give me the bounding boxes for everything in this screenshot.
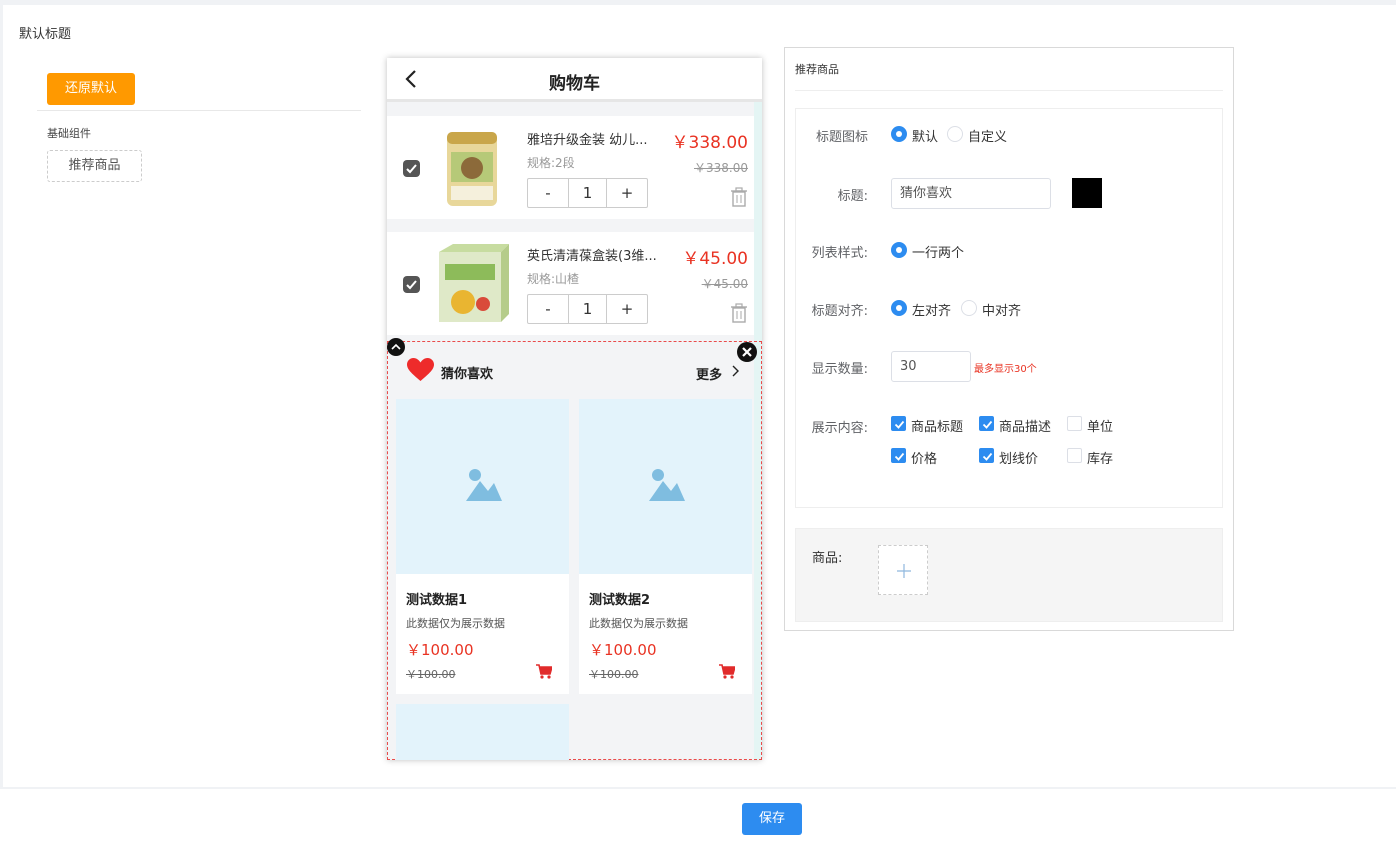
card-desc: 此数据仅为展示数据	[589, 617, 688, 630]
list-style-label: 列表样式:	[811, 246, 868, 261]
phone-preview: 购物车 雅培升级金装 幼儿... 规格:2段 - 1 + ￥338.00 ￥33…	[387, 58, 762, 760]
radio-title-icon-default[interactable]	[891, 126, 907, 142]
chevron-up-icon[interactable]	[387, 338, 405, 356]
title-color-picker[interactable]	[1072, 178, 1102, 208]
product-card[interactable]: 测试数据2 此数据仅为展示数据 ￥100.00 ￥100.00	[579, 399, 752, 694]
checkbox-unit[interactable]	[1067, 416, 1082, 431]
product-spec: 规格:山楂	[527, 272, 580, 286]
settings-form: 标题图标 默认 自定义 标题: 猜你喜欢 列表样式: 一行两个 标题对齐: 左对…	[795, 108, 1223, 508]
radio-label[interactable]: 自定义	[968, 126, 1007, 145]
quantity-value[interactable]: 1	[569, 179, 607, 207]
product-card[interactable]: 测试数据1 此数据仅为展示数据 ￥100.00 ￥100.00	[396, 399, 569, 694]
close-icon[interactable]	[737, 342, 757, 362]
product-image	[447, 132, 497, 206]
quantity-stepper: - 1 +	[527, 294, 648, 324]
checkbox-product-title[interactable]	[891, 416, 906, 431]
page-title: 默认标题	[19, 27, 72, 42]
heart-icon	[407, 358, 434, 381]
trash-icon[interactable]	[730, 303, 748, 323]
phone-header: 购物车	[387, 58, 762, 102]
cart-item: 雅培升级金装 幼儿... 规格:2段 - 1 + ￥338.00 ￥338.00	[387, 116, 754, 219]
display-count-label: 显示数量:	[811, 362, 868, 377]
recommend-more-link[interactable]: 更多	[696, 364, 722, 383]
radio-label[interactable]: 一行两个	[912, 242, 964, 261]
decrease-button[interactable]: -	[528, 295, 569, 323]
checkbox-label[interactable]: 库存	[1087, 448, 1113, 467]
card-price: ￥100.00	[406, 641, 474, 659]
checkbox-label[interactable]: 商品描述	[999, 416, 1051, 435]
page-canvas: 默认标题 还原默认 基础组件 推荐商品 购物车 雅培升级金装 幼儿... 规格:…	[3, 5, 1396, 787]
footer-bar: 保存	[0, 789, 1396, 847]
display-count-input[interactable]: 30	[891, 351, 971, 382]
checkbox-strike-price[interactable]	[979, 448, 994, 463]
card-price: ￥100.00	[589, 641, 657, 659]
recommend-title: 猜你喜欢	[441, 367, 494, 382]
checkbox-label[interactable]: 单位	[1087, 416, 1113, 435]
save-button[interactable]: 保存	[742, 803, 802, 835]
cart-item: 英氏清清葆盒装(3维... 规格:山楂 - 1 + ￥45.00 ￥45.00	[387, 232, 754, 335]
settings-panel: 推荐商品 标题图标 默认 自定义 标题: 猜你喜欢 列表样式: 一行两个 标题对…	[784, 47, 1234, 631]
radio-title-icon-custom[interactable]	[947, 126, 963, 142]
card-image-placeholder	[579, 399, 752, 574]
cart-item-checkbox[interactable]	[403, 276, 420, 293]
divider	[795, 90, 1223, 91]
chevron-right-icon[interactable]	[730, 364, 740, 378]
decrease-button[interactable]: -	[528, 179, 569, 207]
goods-label: 商品:	[812, 551, 843, 566]
product-price: ￥45.00	[682, 249, 748, 269]
checkbox-price[interactable]	[891, 448, 906, 463]
checkbox-label[interactable]: 划线价	[999, 448, 1038, 467]
increase-button[interactable]: +	[607, 179, 647, 207]
product-old-price: ￥45.00	[701, 277, 748, 291]
image-placeholder-icon	[649, 469, 685, 501]
trash-icon[interactable]	[730, 187, 748, 207]
goods-section: 商品:	[795, 528, 1223, 622]
plus-icon	[897, 564, 911, 578]
product-price: ￥338.00	[671, 133, 748, 153]
card-image-placeholder	[396, 399, 569, 574]
product-card-partial	[396, 704, 569, 760]
phone-title: 购物车	[549, 74, 600, 94]
title-label: 标题:	[837, 189, 868, 204]
card-old-price: ￥100.00	[589, 668, 639, 681]
add-goods-button[interactable]	[878, 545, 928, 595]
product-name: 英氏清清葆盒装(3维...	[527, 249, 657, 264]
card-old-price: ￥100.00	[406, 668, 456, 681]
cart-icon[interactable]	[536, 664, 552, 679]
card-title: 测试数据1	[406, 593, 468, 608]
title-input[interactable]: 猜你喜欢	[891, 178, 1051, 209]
radio-label[interactable]: 默认	[912, 126, 938, 145]
radio-align-center[interactable]	[961, 300, 977, 316]
cart-item-checkbox[interactable]	[403, 160, 420, 177]
radio-label[interactable]: 中对齐	[982, 300, 1021, 319]
panel-title: 推荐商品	[795, 63, 839, 76]
radio-list-style-two[interactable]	[891, 242, 907, 258]
product-image	[439, 244, 509, 322]
radio-align-left[interactable]	[891, 300, 907, 316]
quantity-value[interactable]: 1	[569, 295, 607, 323]
display-content-label: 展示内容:	[811, 421, 868, 436]
checkbox-label[interactable]: 价格	[911, 448, 937, 467]
checkbox-product-desc[interactable]	[979, 416, 994, 431]
product-spec: 规格:2段	[527, 156, 575, 170]
display-count-hint: 最多显示30个	[974, 364, 1037, 375]
card-desc: 此数据仅为展示数据	[406, 617, 505, 630]
title-align-label: 标题对齐:	[811, 304, 868, 319]
product-old-price: ￥338.00	[694, 161, 748, 175]
increase-button[interactable]: +	[607, 295, 647, 323]
card-title: 测试数据2	[589, 593, 651, 608]
basic-components-label: 基础组件	[47, 127, 91, 140]
title-icon-label: 标题图标	[815, 130, 868, 145]
image-placeholder-icon	[466, 469, 502, 501]
quantity-stepper: - 1 +	[527, 178, 648, 208]
component-recommend-goods[interactable]: 推荐商品	[47, 150, 142, 182]
radio-label[interactable]: 左对齐	[912, 300, 951, 319]
divider	[37, 110, 361, 111]
checkbox-stock[interactable]	[1067, 448, 1082, 463]
cart-icon[interactable]	[719, 664, 735, 679]
product-name: 雅培升级金装 幼儿...	[527, 133, 648, 148]
checkbox-label[interactable]: 商品标题	[911, 416, 963, 435]
restore-default-button[interactable]: 还原默认	[47, 73, 135, 105]
